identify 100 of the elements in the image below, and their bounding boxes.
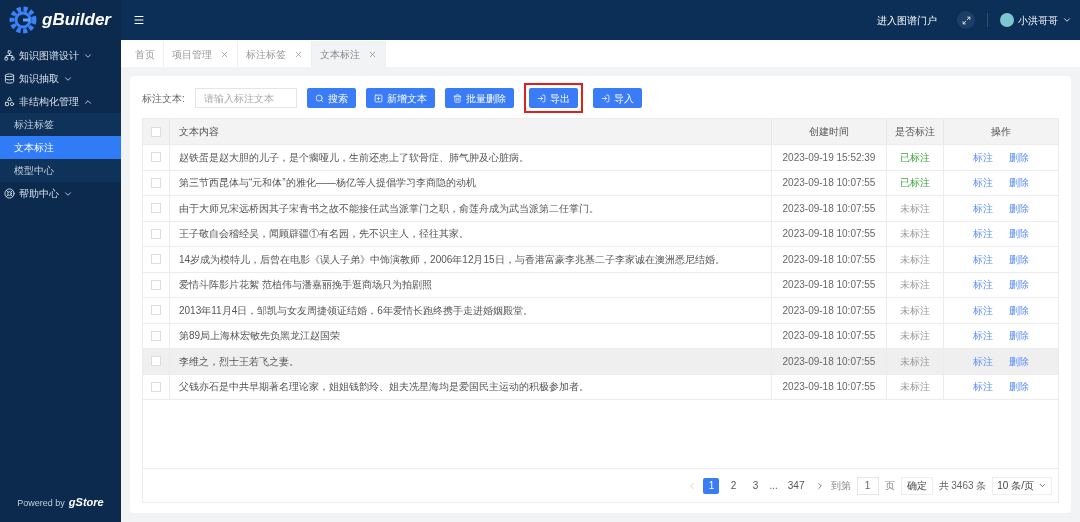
action-link[interactable]: 删除 xyxy=(1009,328,1029,344)
action-link[interactable]: 删除 xyxy=(1009,277,1029,293)
page-size-select[interactable]: 10 条/页 xyxy=(992,476,1052,495)
action-link[interactable]: 标注 xyxy=(973,175,993,191)
page-unit: 页 xyxy=(884,479,895,493)
action-link[interactable]: 删除 xyxy=(1009,149,1029,165)
gear-logo-icon xyxy=(8,5,38,35)
row-checkbox[interactable] xyxy=(151,381,161,392)
sidebar-menu-item[interactable]: 知识图谱设计 xyxy=(0,44,121,67)
text-cell-text: 2013年11月4日，邹凯与女友周捷领证结婚，6年爱情长跑终携手走进婚姻殿堂。 xyxy=(179,303,533,318)
action-link[interactable]: 标注 xyxy=(973,149,993,165)
fullscreen-button[interactable] xyxy=(957,11,975,29)
caret-icon xyxy=(1062,15,1072,25)
status-cell-text: 未标注 xyxy=(900,380,930,395)
action-link[interactable]: 标注 xyxy=(973,379,993,395)
page-number[interactable]: 347 xyxy=(783,478,809,493)
status-cell-text: 未标注 xyxy=(900,354,930,369)
avatar-icon xyxy=(1000,13,1014,27)
ellipsis: ... xyxy=(769,479,778,493)
page-tab[interactable]: 文本标注 xyxy=(312,41,386,67)
page-number[interactable]: 1 xyxy=(703,477,720,494)
action-link[interactable]: 标注 xyxy=(973,302,993,318)
date-cell-text: 2023-09-19 15:52:39 xyxy=(782,150,876,165)
button-icon xyxy=(452,93,462,103)
sidebar-sub-item[interactable]: 模型中心 xyxy=(0,159,121,182)
sidebar-menu-item[interactable]: 知识抽取 xyxy=(0,67,121,90)
row-checkbox[interactable] xyxy=(151,254,161,265)
row-checkbox[interactable] xyxy=(151,305,161,316)
select-all-checkbox[interactable] xyxy=(151,126,161,137)
action-link[interactable]: 标注 xyxy=(973,200,993,216)
sidebar-sub-item[interactable]: 标注标签 xyxy=(0,113,121,136)
date-cell-text: 2023-09-18 10:07:55 xyxy=(782,227,876,242)
action-link[interactable]: 删除 xyxy=(1009,200,1029,216)
text-cell-text: 爱情斗阵影片花絮 范植伟与潘嘉丽挽手逛商场只为拍剧照 xyxy=(179,278,432,293)
row-checkbox[interactable] xyxy=(151,356,161,367)
row-checkbox[interactable] xyxy=(151,330,161,341)
toolbar-button[interactable]: 批量删除 xyxy=(444,88,514,108)
action-link[interactable]: 删除 xyxy=(1009,251,1029,267)
text-cell-text: 第三节西昆体与“元和体”的雅化——杨亿等人提倡学习李商隐的动机 xyxy=(179,176,476,191)
text-cell-text: 赵铁蛋是赵大胆的儿子，是个瘸哑儿，生前还患上了软骨症、肺气肿及心脏病。 xyxy=(179,150,529,165)
row-checkbox[interactable] xyxy=(151,203,161,214)
column-header: 是否标注 xyxy=(895,125,935,139)
date-cell-text: 2023-09-18 10:07:55 xyxy=(782,303,876,318)
search-field[interactable]: 请输入标注文本 xyxy=(194,88,297,108)
status-cell-text: 未标注 xyxy=(900,252,930,267)
filter-label: 标注文本: xyxy=(142,91,185,106)
status-cell-text: 未标注 xyxy=(900,278,930,293)
action-link[interactable]: 删除 xyxy=(1009,353,1029,369)
date-cell-text: 2023-09-18 10:07:55 xyxy=(782,380,876,395)
toolbar-button[interactable]: 导入 xyxy=(592,88,642,108)
sidebar-menu-item[interactable]: 帮助中心 xyxy=(0,182,121,205)
user-menu[interactable]: 小洪哥哥 xyxy=(1000,12,1072,28)
toolbar-button[interactable]: 搜索 xyxy=(306,88,356,108)
text-cell-text: 由于大师兄宋远桥因其子宋青书之故不能接任武当派掌门之职，俞莲舟成为武当派第二任掌门。 xyxy=(179,201,599,216)
button-icon xyxy=(314,93,324,103)
portal-link[interactable]: 进入图谱门户 xyxy=(877,12,937,28)
close-icon[interactable] xyxy=(220,49,229,59)
text-cell-text: 父钱亦石是中共早期著名理论家，姐姐钱韵玲、姐夫冼星海均是爱国民主运动的积极参加者。 xyxy=(179,380,589,395)
row-checkbox[interactable] xyxy=(151,279,161,290)
action-link[interactable]: 删除 xyxy=(1009,226,1029,242)
date-cell-text: 2023-09-18 10:07:55 xyxy=(782,278,876,293)
action-link[interactable]: 删除 xyxy=(1009,175,1029,191)
confirm-button[interactable]: 确定 xyxy=(900,476,933,495)
page-number[interactable]: 3 xyxy=(747,477,764,494)
page-input[interactable]: 1 xyxy=(856,476,879,495)
row-checkbox[interactable] xyxy=(151,228,161,239)
date-cell-text: 2023-09-18 10:07:55 xyxy=(782,176,876,191)
sidebar-sub-item[interactable]: 文本标注 xyxy=(0,136,121,159)
column-header: 创建时间 xyxy=(809,125,849,139)
button-icon xyxy=(536,93,546,103)
close-icon[interactable] xyxy=(368,49,377,59)
action-link[interactable]: 标注 xyxy=(973,277,993,293)
action-link[interactable]: 标注 xyxy=(973,251,993,267)
status-cell-text: 已标注 xyxy=(900,176,930,191)
text-cell-text: 李维之，烈士王若飞之妻。 xyxy=(179,354,299,369)
toolbar-button[interactable]: 导出 xyxy=(528,88,578,108)
date-cell-text: 2023-09-18 10:07:55 xyxy=(782,252,876,267)
total-count: 共 3463 条 xyxy=(938,479,987,493)
date-cell-text: 2023-09-18 10:07:55 xyxy=(782,329,876,344)
action-link[interactable]: 标注 xyxy=(973,353,993,369)
powered-by-text: Powered by xyxy=(17,496,65,510)
action-link[interactable]: 标注 xyxy=(973,328,993,344)
column-header: 文本内容 xyxy=(179,125,219,139)
toolbar-button[interactable]: 新增文本 xyxy=(365,88,435,108)
action-link[interactable]: 标注 xyxy=(973,226,993,242)
sidebar-menu-item[interactable]: 非结构化管理 xyxy=(0,90,121,113)
action-link[interactable]: 删除 xyxy=(1009,379,1029,395)
fullscreen-icon xyxy=(961,15,971,25)
status-cell-text: 未标注 xyxy=(900,329,930,344)
text-cell-text: 第89局上海林宏敏先负黑龙江赵国荣 xyxy=(179,329,341,344)
status-cell-text: 已标注 xyxy=(900,150,930,165)
goto-label: 到第 xyxy=(830,479,851,493)
action-link[interactable]: 删除 xyxy=(1009,302,1029,318)
row-checkbox[interactable] xyxy=(151,152,161,163)
column-header: 操作 xyxy=(991,125,1011,139)
text-cell-text: 王子敬自会稽经吴，闻顾辟疆①有名园，先不识主人，径往其家。 xyxy=(179,227,469,242)
status-cell-text: 未标注 xyxy=(900,227,930,242)
page-number[interactable]: 2 xyxy=(725,477,742,494)
row-checkbox[interactable] xyxy=(151,177,161,188)
close-icon[interactable] xyxy=(294,49,303,59)
